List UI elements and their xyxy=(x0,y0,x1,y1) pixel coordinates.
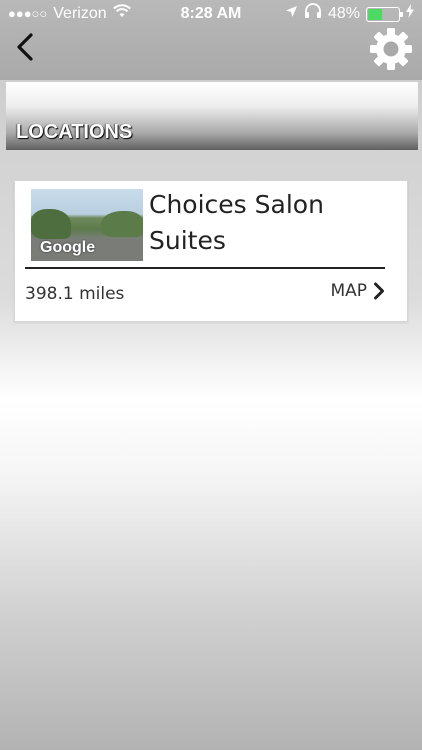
map-button[interactable]: MAP xyxy=(330,281,385,301)
back-button[interactable] xyxy=(10,30,40,64)
status-right: 48% xyxy=(285,0,414,28)
top-bar: ●●●○○ Verizon 8:28 AM 48% xyxy=(0,0,422,80)
status-bar: ●●●○○ Verizon 8:28 AM 48% xyxy=(0,0,422,28)
battery-percent: 48% xyxy=(327,5,360,22)
location-distance: 398.1 miles xyxy=(25,284,125,304)
google-logo-text: Google xyxy=(40,239,96,256)
thumbnail-tree xyxy=(31,209,71,239)
location-arrow-icon xyxy=(285,0,298,28)
location-name: Choices Salon Suites xyxy=(149,190,324,255)
battery-level-fill xyxy=(368,9,382,20)
page-title: LOCATIONS xyxy=(16,121,133,143)
map-label: MAP xyxy=(330,281,367,301)
thumbnail-tree xyxy=(101,211,143,237)
location-card[interactable]: Google Choices Salon Suites 398.1 miles … xyxy=(14,180,408,322)
card-divider xyxy=(25,267,385,269)
headphones-icon xyxy=(304,0,322,28)
chevron-left-icon xyxy=(17,33,33,61)
gear-icon xyxy=(370,28,412,70)
settings-button[interactable] xyxy=(368,26,414,72)
battery-icon xyxy=(366,7,403,22)
chevron-right-icon xyxy=(374,282,384,300)
locations-banner: LOCATIONS xyxy=(6,82,418,150)
location-thumbnail: Google xyxy=(31,189,143,261)
charging-bolt-icon xyxy=(406,0,414,28)
